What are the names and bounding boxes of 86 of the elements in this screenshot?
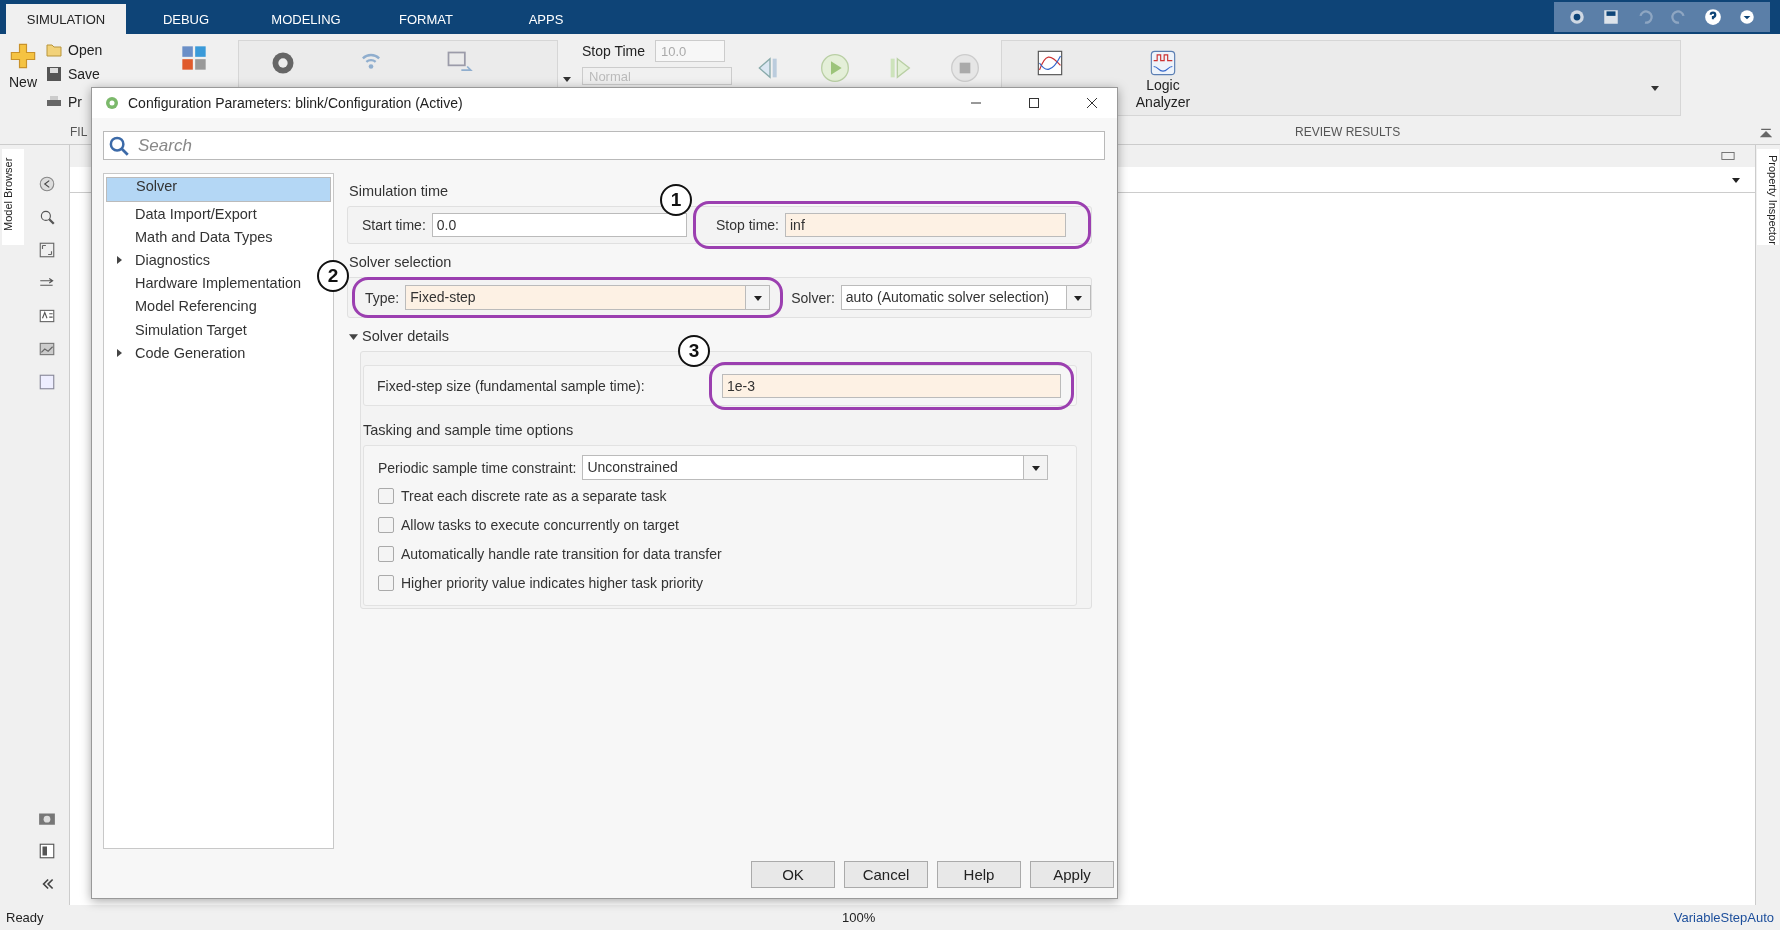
start-time-field[interactable]: 0.0	[431, 213, 687, 237]
checkbox[interactable]	[378, 516, 394, 533]
save-button[interactable]: Save	[46, 64, 103, 84]
section-label: REVIEW RESULTS	[1295, 125, 1401, 140]
ribbon-tab[interactable]: SIMULATION	[6, 4, 126, 34]
image-icon[interactable]	[38, 340, 56, 358]
tree-item[interactable]: Math and Data Types	[106, 225, 277, 249]
checkbox[interactable]	[378, 574, 394, 591]
tree-item[interactable]: Diagnostics	[106, 248, 214, 272]
dialog-button[interactable]: Cancel	[844, 861, 928, 888]
library-icon[interactable]	[180, 44, 208, 72]
side-tab[interactable]: Model Browser	[1, 149, 24, 245]
zoom-icon[interactable]	[38, 208, 56, 226]
logic-analyzer-icon	[1149, 49, 1177, 77]
back-icon[interactable]	[38, 175, 56, 193]
step-number: 3	[678, 334, 710, 367]
step-size-field[interactable]: 1e-3	[722, 373, 1061, 398]
caret-icon[interactable]	[562, 74, 572, 84]
checkbox-label: Treat each discrete rate as a separate task	[401, 487, 667, 504]
tree-item[interactable]: Hardware Implementation	[106, 271, 306, 295]
step-number: 1	[659, 184, 692, 216]
ribbon-tab[interactable]: FORMAT	[366, 4, 486, 34]
caret-icon	[349, 331, 358, 341]
section-heading: Simulation time	[349, 182, 449, 201]
step-number: 2	[317, 260, 349, 292]
search-icon	[109, 136, 129, 156]
section-label: FIL	[70, 125, 88, 140]
checkbox[interactable]	[378, 545, 394, 562]
close-icon[interactable]	[1086, 97, 1098, 109]
save-icon[interactable]	[1602, 8, 1620, 26]
plus-icon	[9, 42, 37, 70]
fit-view-icon[interactable]	[38, 241, 56, 259]
folder-icon	[46, 42, 62, 58]
stop-time-label: Stop Time	[582, 43, 646, 59]
expand-icon[interactable]	[115, 255, 123, 264]
expand-icon[interactable]	[115, 348, 123, 357]
maximize-icon[interactable]	[1028, 97, 1040, 109]
tree-item[interactable]: Data Import/Export	[106, 202, 261, 226]
open-button[interactable]: Open	[46, 40, 103, 60]
field-label: Start time:	[362, 217, 426, 233]
tree-item[interactable]: Simulation Target	[106, 317, 251, 342]
solver-dropdown[interactable]: auto (Automatic solver selection)	[840, 285, 1091, 310]
checkbox[interactable]	[378, 487, 394, 504]
field-label: Solver:	[791, 289, 835, 306]
ribbon-tab[interactable]: DEBUG	[126, 4, 246, 34]
section-toggle[interactable]: Solver details	[349, 326, 450, 346]
panel-icon[interactable]	[1721, 151, 1735, 161]
print-button[interactable]: Pr	[46, 92, 103, 112]
dialog-button[interactable]: OK	[751, 861, 835, 888]
field-label: Stop time:	[715, 217, 779, 233]
model-info-icon[interactable]	[38, 842, 56, 860]
type-dropdown[interactable]: Fixed-step	[405, 285, 771, 310]
checkbox-label: Allow tasks to execute concurrently on target	[401, 516, 679, 533]
dialog-button[interactable]: Help	[937, 861, 1021, 888]
section-heading: Solver selection	[349, 253, 452, 272]
section-heading: Tasking and sample time options	[363, 421, 574, 440]
field-label: Type:	[365, 289, 400, 306]
status-text: Ready	[6, 910, 44, 925]
checkbox-label: Higher priority value indicates higher task priority	[401, 574, 703, 591]
ribbon-tab[interactable]: MODELING	[246, 4, 366, 34]
tree-item[interactable]: Code Generation	[106, 341, 250, 365]
tree-item[interactable]: Model Referencing	[106, 294, 261, 318]
caret-icon[interactable]	[1650, 83, 1660, 93]
annotation-icon[interactable]	[38, 307, 56, 325]
zoom-level: 100%	[842, 910, 876, 925]
settings-icon[interactable]	[1568, 8, 1586, 26]
field-label: Periodic sample time constraint:	[378, 459, 577, 476]
ribbon-tab[interactable]: APPS	[486, 4, 606, 34]
constraint-dropdown[interactable]: Unconstrained	[582, 455, 1049, 480]
scope-icon[interactable]	[1036, 49, 1064, 77]
new-button[interactable]: New	[0, 40, 46, 112]
logic-analyzer-button[interactable]: Logic Analyzer	[1130, 49, 1196, 115]
dialog-button[interactable]: Apply	[1030, 861, 1114, 888]
search-field[interactable]: Search	[103, 131, 1105, 160]
tree-item[interactable]: Solver	[106, 177, 331, 202]
field-label: Fixed-step size (fundamental sample time):	[377, 377, 645, 394]
help-icon[interactable]	[1704, 8, 1722, 26]
solver-status: VariableStepAuto	[1673, 910, 1774, 925]
floppy-icon	[46, 66, 62, 82]
window-title: Configuration Parameters: blink/Configuration (Active)	[128, 95, 463, 111]
checkbox-label: Automatically handle rate transition for data transfer	[401, 545, 722, 562]
collapse-ribbon-icon[interactable]	[1760, 127, 1772, 140]
stop-time-field[interactable]: inf	[785, 213, 1066, 237]
gears-icon	[104, 95, 120, 111]
side-tab[interactable]: Property Inspector	[1757, 149, 1779, 245]
collapse-icon[interactable]	[1738, 8, 1756, 26]
